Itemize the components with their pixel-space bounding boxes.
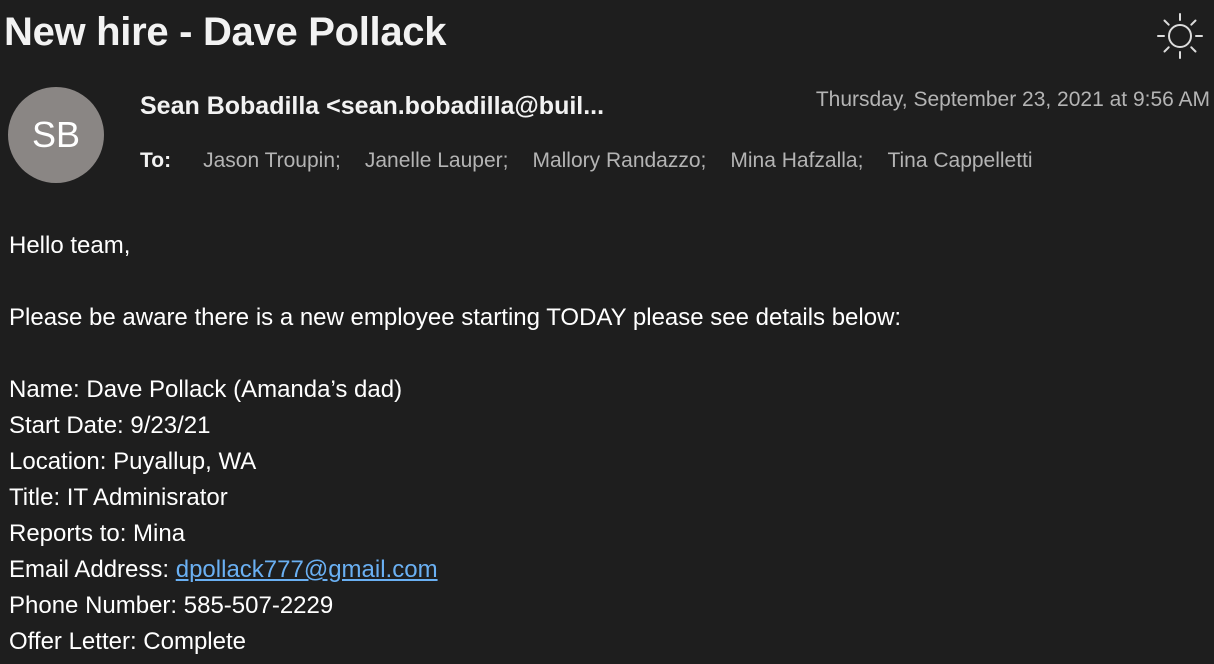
sun-icon[interactable] <box>1156 12 1204 60</box>
detail-reports-to: Reports to: Mina <box>9 520 186 547</box>
sent-date: Thursday, September 23, 2021 at 9:56 AM <box>815 88 1210 111</box>
detail-phone: Phone Number: 585-507-2229 <box>9 592 334 619</box>
email-body: Hello team, Please be aware there is a n… <box>9 228 901 660</box>
detail-location: Location: Puyallup, WA <box>9 448 257 475</box>
recipient[interactable]: Janelle Lauper; <box>365 149 509 173</box>
to-label: To: <box>140 149 172 172</box>
detail-start-date: Start Date: 9/23/21 <box>9 412 211 439</box>
email-subject: New hire - Dave Pollack <box>4 10 447 54</box>
detail-title: Title: IT Adminisrator <box>9 484 228 511</box>
sender-avatar: SB <box>8 87 104 183</box>
recipient[interactable]: Jason Troupin; <box>203 149 341 173</box>
email-address-link[interactable]: dpollack777@gmail.com <box>176 556 438 583</box>
sender-name[interactable]: Sean Bobadilla <sean.bobadilla@buil... <box>140 92 604 121</box>
detail-email-label: Email Address: <box>9 556 176 583</box>
recipient[interactable]: Mina Hafzalla; <box>730 149 863 173</box>
to-recipients-row: To: Jason Troupin; Janelle Lauper; Mallo… <box>140 149 1057 173</box>
recipient[interactable]: Tina Cappelletti <box>887 149 1032 173</box>
avatar-initials: SB <box>31 114 81 155</box>
detail-offer-letter: Offer Letter: Complete <box>9 628 246 655</box>
recipient[interactable]: Mallory Randazzo; <box>532 149 706 173</box>
body-greeting: Hello team, <box>9 232 131 259</box>
detail-email-row: Email Address: dpollack777@gmail.com <box>9 552 901 588</box>
body-intro: Please be aware there is a new employee … <box>9 304 902 331</box>
detail-name: Name: Dave Pollack (Amanda’s dad) <box>9 376 403 403</box>
